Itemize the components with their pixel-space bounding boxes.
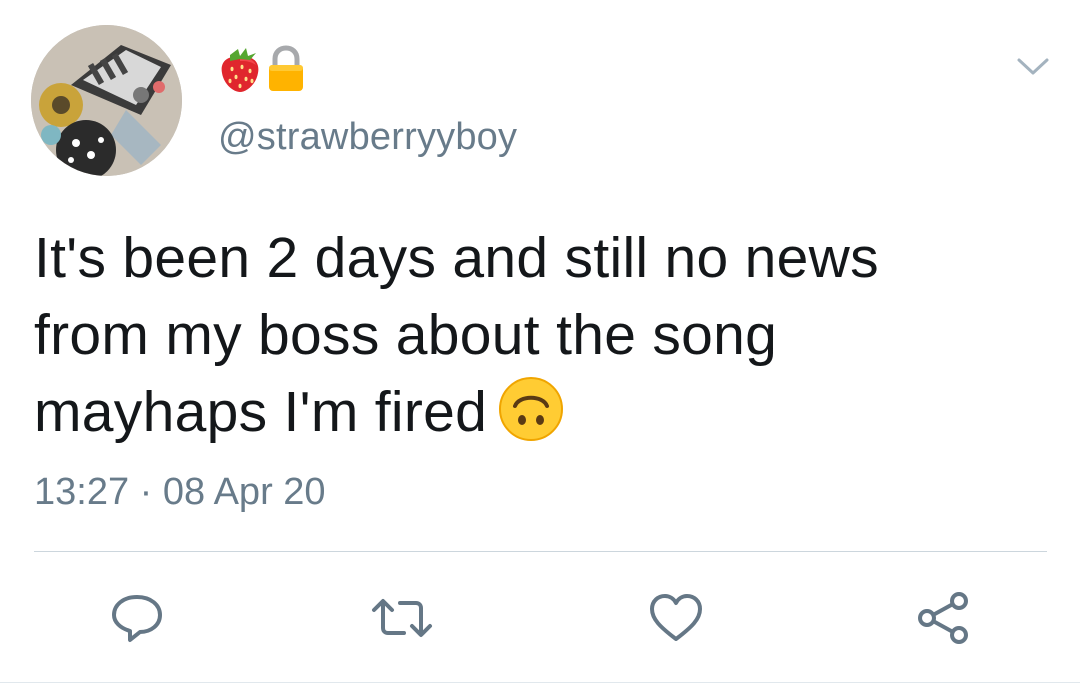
- tweet-text: It's been 2 days and still no news from …: [34, 220, 1044, 463]
- tweet-text-line-last: mayhaps I'm fired: [34, 374, 1044, 463]
- share-button[interactable]: [913, 588, 973, 648]
- reply-icon: [110, 592, 164, 644]
- strawberry-emoji: [218, 45, 262, 93]
- retweet-button[interactable]: [372, 588, 432, 648]
- display-name[interactable]: [218, 44, 306, 94]
- divider: [34, 551, 1047, 552]
- heart-icon: [648, 592, 704, 644]
- bottom-divider: [0, 682, 1080, 683]
- like-button[interactable]: [646, 588, 706, 648]
- retweet-icon: [370, 594, 434, 642]
- tweet-text-line: from my boss about the song: [34, 303, 778, 367]
- reply-button[interactable]: [107, 588, 167, 648]
- tweet: @strawberryyboy It's been 2 days and sti…: [0, 0, 1080, 700]
- tweet-actions: [0, 588, 1080, 648]
- avatar[interactable]: [31, 25, 182, 176]
- lock-emoji: [266, 45, 306, 93]
- tweet-text-line: It's been 2 days and still no news: [34, 226, 879, 290]
- tweet-text-line: mayhaps I'm fired: [34, 380, 488, 444]
- author-handle[interactable]: @strawberryyboy: [218, 116, 517, 159]
- upside-down-face-emoji: [497, 375, 565, 463]
- tweet-timestamp[interactable]: 13:27 · 08 Apr 20: [34, 471, 326, 514]
- more-options-caret-icon[interactable]: [1015, 52, 1051, 80]
- share-icon: [915, 590, 971, 646]
